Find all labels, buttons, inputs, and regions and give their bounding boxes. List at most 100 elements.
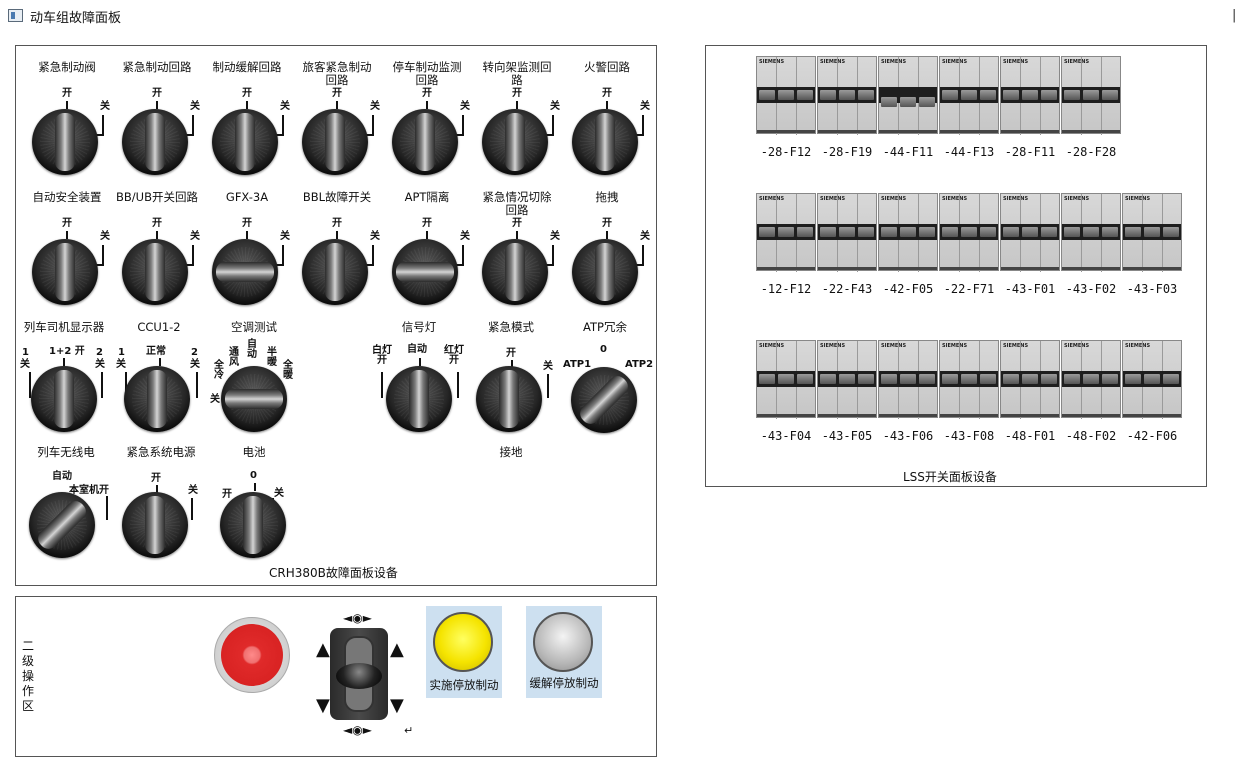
breaker-lever-1[interactable] bbox=[1064, 227, 1080, 237]
lss-breaker-r1-c3[interactable]: SIEMENS bbox=[878, 56, 938, 135]
breaker-lever-3[interactable] bbox=[1163, 227, 1179, 237]
train-radio-knob[interactable] bbox=[29, 492, 95, 558]
breaker-lever-1[interactable] bbox=[1003, 227, 1019, 237]
switch-r1-c2-knob[interactable] bbox=[122, 109, 188, 175]
lss-breaker-r3-c3[interactable]: SIEMENS bbox=[878, 340, 938, 419]
breaker-lever-2[interactable] bbox=[778, 90, 794, 100]
lss-breaker-r3-c2[interactable]: SIEMENS bbox=[817, 340, 877, 419]
breaker-lever-2[interactable] bbox=[1083, 374, 1099, 384]
breaker-lever-1[interactable] bbox=[759, 374, 775, 384]
breaker-lever-1[interactable] bbox=[1003, 374, 1019, 384]
breaker-lever-1[interactable] bbox=[1064, 374, 1080, 384]
lss-breaker-r2-c4[interactable]: SIEMENS bbox=[939, 193, 999, 272]
lss-breaker-r2-c3[interactable]: SIEMENS bbox=[878, 193, 938, 272]
lss-breaker-r2-c1[interactable]: SIEMENS bbox=[756, 193, 816, 272]
lss-breaker-r3-c4[interactable]: SIEMENS bbox=[939, 340, 999, 419]
breaker-lever-3[interactable] bbox=[919, 97, 935, 107]
breaker-lever-3[interactable] bbox=[919, 374, 935, 384]
signal-lamp-knob[interactable] bbox=[386, 366, 452, 432]
breaker-lever-3[interactable] bbox=[858, 374, 874, 384]
breaker-lever-2[interactable] bbox=[900, 227, 916, 237]
breaker-lever-1[interactable] bbox=[881, 97, 897, 107]
breaker-lever-2[interactable] bbox=[961, 374, 977, 384]
breaker-lever-2[interactable] bbox=[900, 97, 916, 107]
breaker-lever-2[interactable] bbox=[1083, 227, 1099, 237]
close-window-icon[interactable]: | bbox=[1232, 8, 1236, 23]
breaker-lever-3[interactable] bbox=[1041, 227, 1057, 237]
breaker-lever-3[interactable] bbox=[1041, 90, 1057, 100]
switch-r1-c7-knob[interactable] bbox=[572, 109, 638, 175]
switch-r2-c4-knob[interactable] bbox=[302, 239, 368, 305]
breaker-lever-3[interactable] bbox=[1102, 374, 1118, 384]
lss-breaker-r3-c1[interactable]: SIEMENS bbox=[756, 340, 816, 419]
breaker-lever-2[interactable] bbox=[1022, 90, 1038, 100]
driver-display-knob[interactable] bbox=[31, 366, 97, 432]
lss-breaker-r3-c5[interactable]: SIEMENS bbox=[1000, 340, 1060, 419]
switch-r2-c2-knob[interactable] bbox=[122, 239, 188, 305]
lss-breaker-r3-c6[interactable]: SIEMENS bbox=[1061, 340, 1121, 419]
switch-r2-c7-knob[interactable] bbox=[572, 239, 638, 305]
breaker-lever-2[interactable] bbox=[1144, 227, 1160, 237]
breaker-lever-2[interactable] bbox=[1022, 227, 1038, 237]
lss-breaker-r2-c6[interactable]: SIEMENS bbox=[1061, 193, 1121, 272]
breaker-lever-2[interactable] bbox=[1083, 90, 1099, 100]
breaker-lever-1[interactable] bbox=[759, 227, 775, 237]
breaker-lever-2[interactable] bbox=[1022, 374, 1038, 384]
breaker-lever-3[interactable] bbox=[1102, 90, 1118, 100]
lss-breaker-r3-c7[interactable]: SIEMENS bbox=[1122, 340, 1182, 419]
breaker-lever-1[interactable] bbox=[1125, 374, 1141, 384]
ccu-knob[interactable] bbox=[124, 366, 190, 432]
switch-r1-c6-knob[interactable] bbox=[482, 109, 548, 175]
breaker-lever-3[interactable] bbox=[1102, 227, 1118, 237]
brake-joystick[interactable]: ◄◉► ▲ ▲ ▼ ▼ ◄◉► ↵ bbox=[312, 611, 422, 741]
breaker-lever-2[interactable] bbox=[839, 227, 855, 237]
breaker-lever-3[interactable] bbox=[858, 90, 874, 100]
breaker-lever-3[interactable] bbox=[980, 227, 996, 237]
switch-r1-c4-knob[interactable] bbox=[302, 109, 368, 175]
lss-breaker-r2-c5[interactable]: SIEMENS bbox=[1000, 193, 1060, 272]
release-parking-brake-button[interactable]: 缓解停放制动 bbox=[526, 606, 602, 698]
apply-parking-brake-button[interactable]: 实施停放制动 bbox=[426, 606, 502, 698]
breaker-lever-1[interactable] bbox=[820, 374, 836, 384]
breaker-lever-3[interactable] bbox=[1041, 374, 1057, 384]
lss-breaker-r1-c4[interactable]: SIEMENS bbox=[939, 56, 999, 135]
breaker-lever-2[interactable] bbox=[839, 90, 855, 100]
breaker-lever-3[interactable] bbox=[797, 374, 813, 384]
breaker-lever-1[interactable] bbox=[820, 227, 836, 237]
switch-r1-c5-knob[interactable] bbox=[392, 109, 458, 175]
breaker-lever-1[interactable] bbox=[1125, 227, 1141, 237]
emergency-mode-knob[interactable] bbox=[476, 366, 542, 432]
breaker-lever-2[interactable] bbox=[900, 374, 916, 384]
lss-breaker-r1-c1[interactable]: SIEMENS bbox=[756, 56, 816, 135]
switch-r1-c1-knob[interactable] bbox=[32, 109, 98, 175]
breaker-lever-1[interactable] bbox=[820, 90, 836, 100]
breaker-lever-1[interactable] bbox=[942, 227, 958, 237]
atp-redundancy-knob[interactable] bbox=[571, 367, 637, 433]
breaker-lever-3[interactable] bbox=[797, 227, 813, 237]
switch-r1-c3-knob[interactable] bbox=[212, 109, 278, 175]
breaker-lever-1[interactable] bbox=[759, 90, 775, 100]
breaker-lever-1[interactable] bbox=[942, 374, 958, 384]
breaker-lever-3[interactable] bbox=[980, 90, 996, 100]
lss-breaker-r1-c2[interactable]: SIEMENS bbox=[817, 56, 877, 135]
ac-test-knob[interactable] bbox=[221, 366, 287, 432]
breaker-lever-1[interactable] bbox=[881, 227, 897, 237]
breaker-lever-3[interactable] bbox=[919, 227, 935, 237]
breaker-lever-3[interactable] bbox=[797, 90, 813, 100]
breaker-lever-2[interactable] bbox=[961, 227, 977, 237]
joystick-handle[interactable] bbox=[336, 663, 382, 689]
breaker-lever-1[interactable] bbox=[942, 90, 958, 100]
breaker-lever-2[interactable] bbox=[1144, 374, 1160, 384]
breaker-lever-2[interactable] bbox=[778, 227, 794, 237]
breaker-lever-2[interactable] bbox=[778, 374, 794, 384]
breaker-lever-2[interactable] bbox=[839, 374, 855, 384]
lss-breaker-r1-c6[interactable]: SIEMENS bbox=[1061, 56, 1121, 135]
switch-r2-c6-knob[interactable] bbox=[482, 239, 548, 305]
switch-r2-c3-knob[interactable] bbox=[212, 239, 278, 305]
breaker-lever-3[interactable] bbox=[858, 227, 874, 237]
breaker-lever-2[interactable] bbox=[961, 90, 977, 100]
lss-breaker-r1-c5[interactable]: SIEMENS bbox=[1000, 56, 1060, 135]
breaker-lever-3[interactable] bbox=[1163, 374, 1179, 384]
emergency-stop-button[interactable] bbox=[214, 617, 290, 693]
lss-breaker-r2-c7[interactable]: SIEMENS bbox=[1122, 193, 1182, 272]
